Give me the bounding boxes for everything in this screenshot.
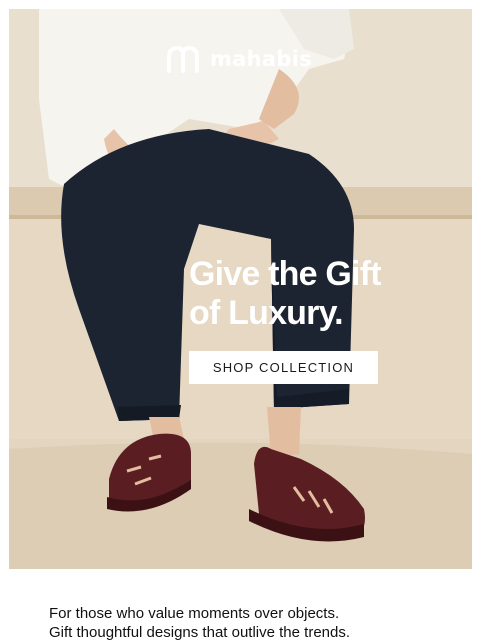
headline-line-1: Give the Gift (189, 255, 382, 293)
hero-banner[interactable]: mahabis Give the Gift of Luxury. SHOP CO… (9, 9, 472, 569)
hero-headline: Give the Gift of Luxury. (189, 255, 449, 333)
body-line-1: For those who value moments over objects… (49, 605, 340, 622)
body-line-2: Gift thoughtful designs that outlive the… (49, 624, 351, 641)
body-copy: For those who value moments over objects… (49, 604, 350, 642)
shop-collection-button[interactable]: SHOP COLLECTION (189, 351, 378, 384)
brand-logo[interactable]: mahabis (166, 45, 312, 73)
brand-name: mahabis (210, 47, 313, 71)
mahabis-logo-icon (167, 46, 199, 73)
headline-line-2: of Luxury. (189, 294, 344, 332)
